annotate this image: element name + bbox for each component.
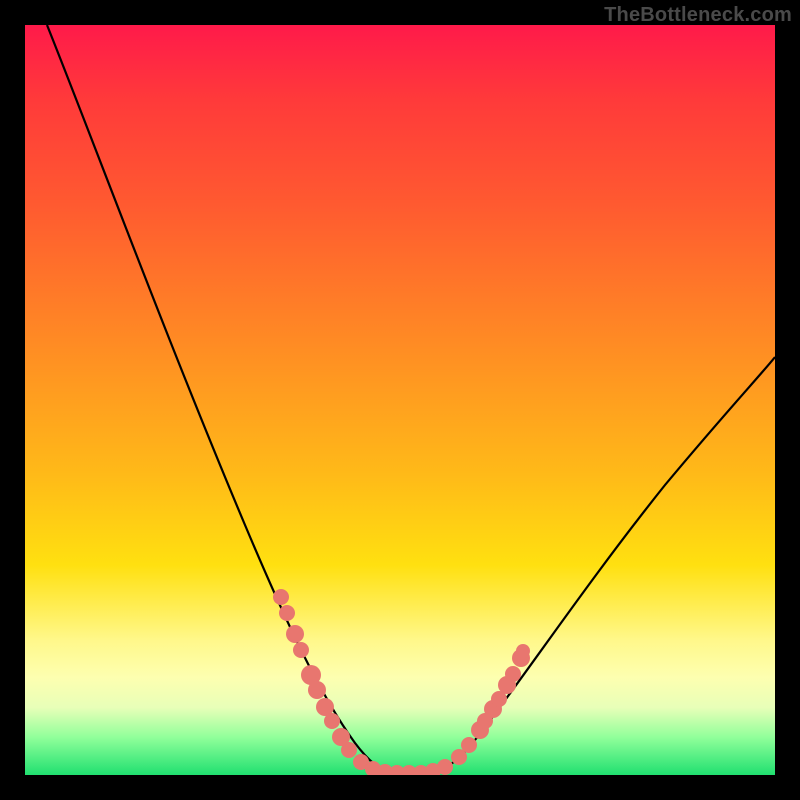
watermark-text: TheBottleneck.com xyxy=(604,4,792,27)
left-slope-dots xyxy=(273,589,357,758)
bottleneck-curve-svg xyxy=(25,25,775,775)
bottleneck-curve-path xyxy=(47,25,775,774)
right-slope-dots xyxy=(451,644,530,765)
chart-frame xyxy=(25,25,775,775)
